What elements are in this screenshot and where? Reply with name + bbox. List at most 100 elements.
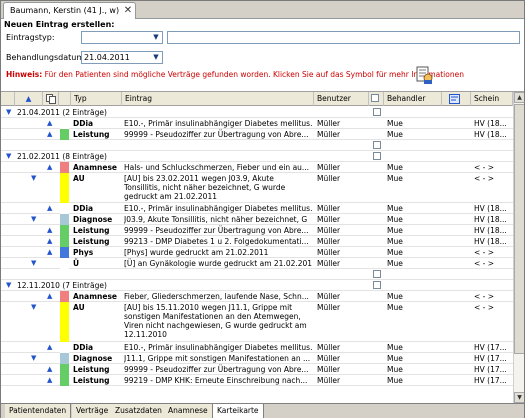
table-row[interactable]: ▲ DDia E10.-, Primär insulinabhängiger D…	[1, 118, 513, 129]
row-checkbox[interactable]	[373, 141, 381, 149]
table-row[interactable]: ▼ AU [AU] bis 15.11.2010 wegen J11.1, Gr…	[1, 302, 513, 342]
type-color-marker	[60, 364, 69, 375]
table-row[interactable]: ▲ Phys [Phys] wurde gedruckt am 21.02.20…	[1, 247, 513, 258]
group-row[interactable]: ▼ 21.02.2011 (8 Einträge)	[1, 151, 513, 162]
table-row[interactable]: ▼ Diagnose J03.9, Akute Tonsillitis, nic…	[1, 214, 513, 225]
move-up-icon[interactable]: ▲	[47, 365, 52, 373]
table-row[interactable]: ▼ Diagnose J11.1, Grippe mit sonstigen M…	[1, 353, 513, 364]
group-label: 21.04.2011 (2 Einträge)	[17, 108, 107, 117]
tab-zusatzdaten[interactable]: Zusatzdaten	[111, 404, 167, 418]
row-behandler: Mue	[387, 204, 403, 213]
collapse-icon[interactable]: ▼	[6, 152, 11, 160]
move-down-icon[interactable]: ▼	[31, 215, 36, 223]
tab-karteikarte[interactable]: Karteikarte	[213, 404, 264, 418]
scroll-up-icon[interactable]: ▲	[514, 92, 524, 103]
table-row[interactable]: ▲ Leistung 99999 - Pseudoziffer zur Über…	[1, 129, 513, 140]
move-up-icon[interactable]: ▲	[47, 237, 52, 245]
chevron-down-icon[interactable]: ▼	[150, 52, 162, 63]
row-behandler: Mue	[387, 365, 403, 374]
table-row[interactable]: ▼ Ü [Ü] an Gynäkologie wurde gedruckt am…	[1, 258, 513, 269]
table-row[interactable]: ▲ DDia E10.-, Primär insulinabhängiger D…	[1, 203, 513, 214]
new-entry-heading: Neuen Eintrag erstellen:	[4, 20, 115, 29]
behandler-column-header[interactable]: Behandler	[384, 92, 442, 106]
row-behandler: Mue	[387, 343, 403, 352]
row-typ: DDia	[73, 119, 94, 128]
row-schein: HV (18...	[474, 130, 507, 139]
type-color-marker	[60, 225, 69, 236]
row-eintrag: [Phys] wurde gedruckt am 21.02.2011	[124, 248, 269, 257]
row-eintrag: E10.-, Primär insulinabhängiger Diabetes…	[124, 204, 312, 213]
row-schein: HV (18...	[474, 215, 507, 224]
table-row[interactable]: ▲ Anamnese Fieber, Gliederschmerzen, lau…	[1, 291, 513, 302]
move-down-icon[interactable]: ▼	[31, 259, 36, 267]
table-row[interactable]: ▲ DDia E10.-, Primär insulinabhängiger D…	[1, 342, 513, 353]
move-up-icon[interactable]: ▲	[47, 376, 52, 384]
close-icon[interactable]: ✕	[124, 3, 132, 18]
contract-column-header[interactable]	[442, 92, 471, 106]
entry-text-input[interactable]	[167, 31, 520, 44]
spacer-row	[1, 269, 513, 280]
row-typ: Leistung	[73, 237, 110, 246]
row-schein: HV (17...	[474, 343, 507, 352]
table-row[interactable]: ▲ Leistung 99219 - DMP KHK: Erneute Eins…	[1, 375, 513, 386]
table-row[interactable]: ▲ Leistung 99999 - Pseudoziffer zur Über…	[1, 225, 513, 236]
patient-tab[interactable]: Baumann, Kerstin (41 J., w) ✕	[3, 2, 137, 19]
collapse-icon[interactable]: ▼	[6, 108, 11, 116]
move-down-icon[interactable]: ▼	[31, 303, 36, 311]
move-up-icon[interactable]: ▲	[47, 119, 52, 127]
expand-column-header[interactable]	[1, 92, 15, 106]
row-schein: HV (18...	[474, 204, 507, 213]
move-up-icon[interactable]: ▲	[47, 343, 52, 351]
header-checkbox[interactable]	[371, 94, 379, 102]
tab-patientendaten[interactable]: Patientendaten	[5, 404, 72, 418]
eintrag-column-header[interactable]: Eintrag	[122, 92, 314, 106]
row-checkbox[interactable]	[373, 281, 381, 289]
row-benutzer: Müller	[317, 204, 341, 213]
sort-up-icon[interactable]: ▲	[15, 92, 43, 106]
move-down-icon[interactable]: ▼	[31, 174, 36, 182]
tab-anamnese[interactable]: Anamnese	[164, 404, 213, 418]
contracts-info-icon[interactable]	[414, 65, 434, 85]
group-row[interactable]: ▼ 21.04.2011 (2 Einträge)	[1, 107, 513, 118]
table-row[interactable]: ▲ Leistung 99213 - DMP Diabetes 1 u 2. F…	[1, 236, 513, 247]
scroll-down-icon[interactable]: ▼	[514, 392, 524, 403]
move-up-icon[interactable]: ▲	[47, 204, 52, 212]
move-up-icon[interactable]: ▲	[47, 163, 52, 171]
row-typ: DDia	[73, 204, 94, 213]
move-up-icon[interactable]: ▲	[47, 248, 52, 256]
move-up-icon[interactable]: ▲	[47, 130, 52, 138]
row-checkbox[interactable]	[373, 270, 381, 278]
behandlungsdatum-select[interactable]: 21.04.2011 ▼	[81, 51, 163, 64]
collapse-icon[interactable]: ▼	[6, 281, 11, 289]
benutzer-column-header[interactable]: Benutzer	[314, 92, 369, 106]
table-row[interactable]: ▲ Anamnese Hals- und Schluckschmerzen, F…	[1, 162, 513, 173]
checkbox-column-header[interactable]	[369, 92, 384, 106]
group-row[interactable]: ▼ 12.11.2010 (7 Einträge)	[1, 280, 513, 291]
row-behandler: Mue	[387, 248, 403, 257]
row-checkbox[interactable]	[373, 108, 381, 116]
eintragstyp-select[interactable]: ▼	[81, 31, 163, 44]
row-eintrag: 99999 - Pseudoziffer zur Übertragung von…	[124, 226, 309, 235]
row-schein: HV (18...	[474, 226, 507, 235]
row-behandler: Mue	[387, 215, 403, 224]
schein-column-header[interactable]: Schein	[471, 92, 513, 106]
color-column-header[interactable]	[59, 92, 71, 106]
vertical-scrollbar[interactable]: ▲ ▼	[513, 92, 524, 403]
move-up-icon[interactable]: ▲	[47, 226, 52, 234]
scroll-thumb[interactable]	[514, 104, 524, 354]
copy-column-header[interactable]	[43, 92, 59, 106]
table-row[interactable]: ▲ Leistung 99999 - Pseudoziffer zur Über…	[1, 364, 513, 375]
row-behandler: Mue	[387, 119, 403, 128]
move-up-icon[interactable]: ▲	[47, 292, 52, 300]
row-checkbox[interactable]	[373, 152, 381, 160]
typ-column-header[interactable]: Typ	[71, 92, 122, 106]
row-typ: AU	[73, 174, 85, 183]
type-color-marker	[60, 353, 69, 364]
row-schein: HV (18...	[474, 237, 507, 246]
table-row[interactable]: ▼ AU [AU] bis 23.02.2011 wegen J03.9, Ak…	[1, 173, 513, 203]
tab-vertraege[interactable]: Verträge	[72, 404, 114, 418]
chevron-down-icon[interactable]: ▼	[150, 32, 162, 43]
group-label: 12.11.2010 (7 Einträge)	[17, 281, 107, 290]
row-schein: HV (17...	[474, 376, 507, 385]
move-down-icon[interactable]: ▼	[31, 354, 36, 362]
